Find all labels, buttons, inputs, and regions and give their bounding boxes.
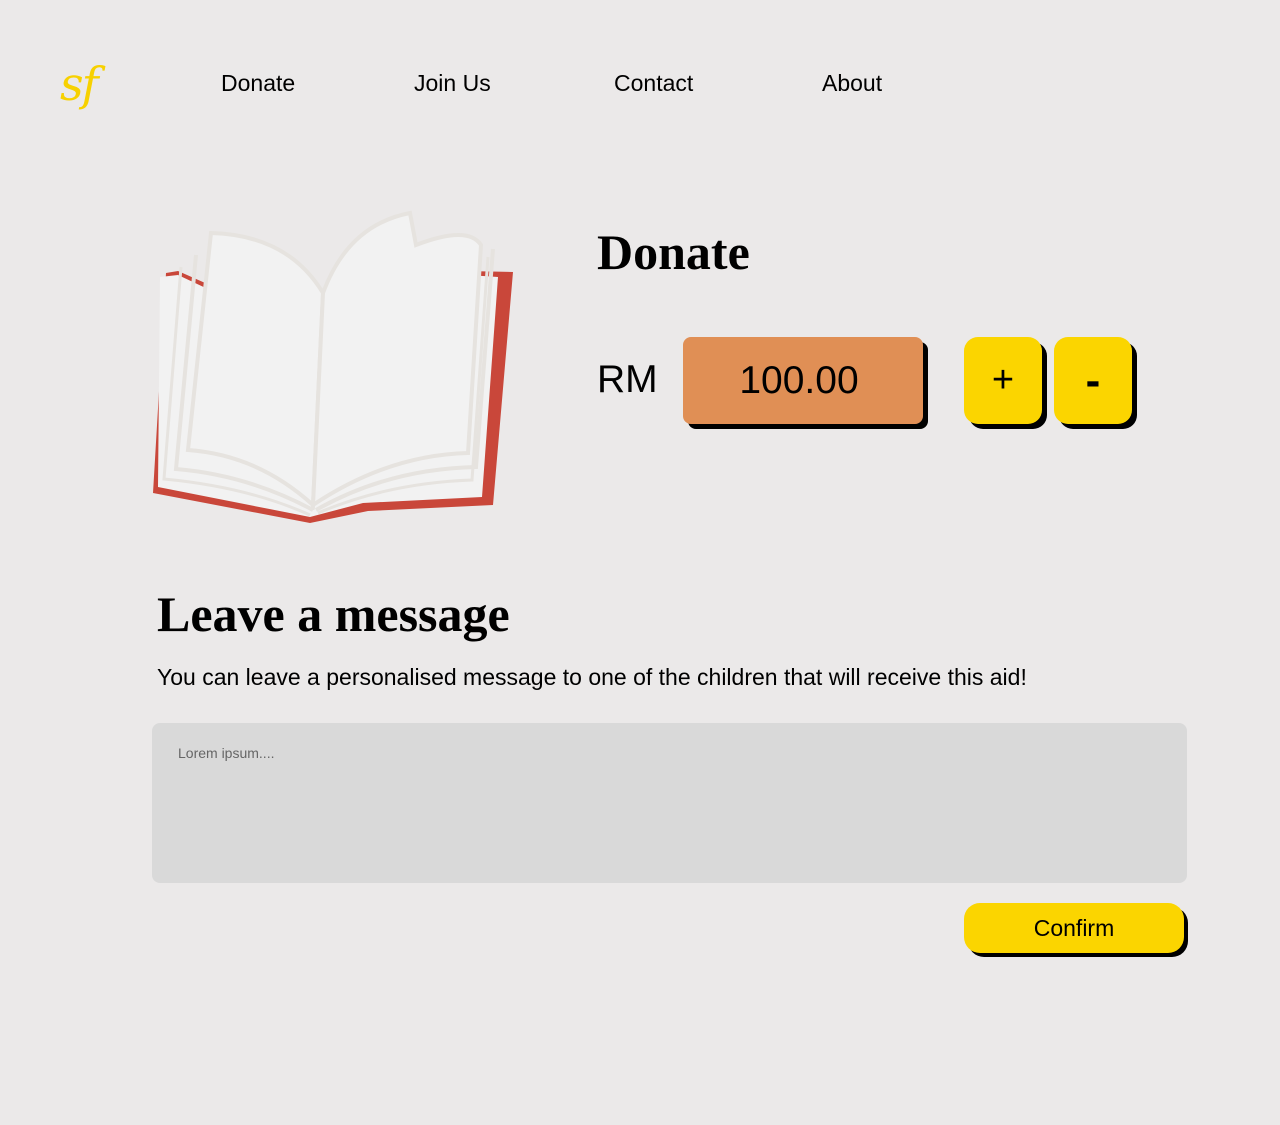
nav-item-donate[interactable]: Donate <box>221 68 295 98</box>
donate-heading: Donate <box>597 224 750 280</box>
amount-input[interactable] <box>683 337 923 424</box>
nav-item-contact[interactable]: Contact <box>614 68 693 98</box>
nav-item-about[interactable]: About <box>822 68 882 98</box>
message-textarea[interactable] <box>152 723 1187 883</box>
amount-field[interactable] <box>683 337 923 424</box>
open-book-icon <box>153 210 513 523</box>
page: sf Donate Join Us Contact About Donate R… <box>0 0 1280 1125</box>
nav-item-join-us[interactable]: Join Us <box>414 68 491 98</box>
message-heading: Leave a message <box>157 586 510 642</box>
confirm-button[interactable]: Confirm <box>964 903 1184 953</box>
logo[interactable]: sf <box>60 54 99 114</box>
message-description: You can leave a personalised message to … <box>157 664 1027 690</box>
currency-label: RM <box>597 358 658 401</box>
increase-amount-button[interactable]: + <box>964 337 1042 424</box>
decrease-amount-button[interactable]: - <box>1054 337 1132 424</box>
